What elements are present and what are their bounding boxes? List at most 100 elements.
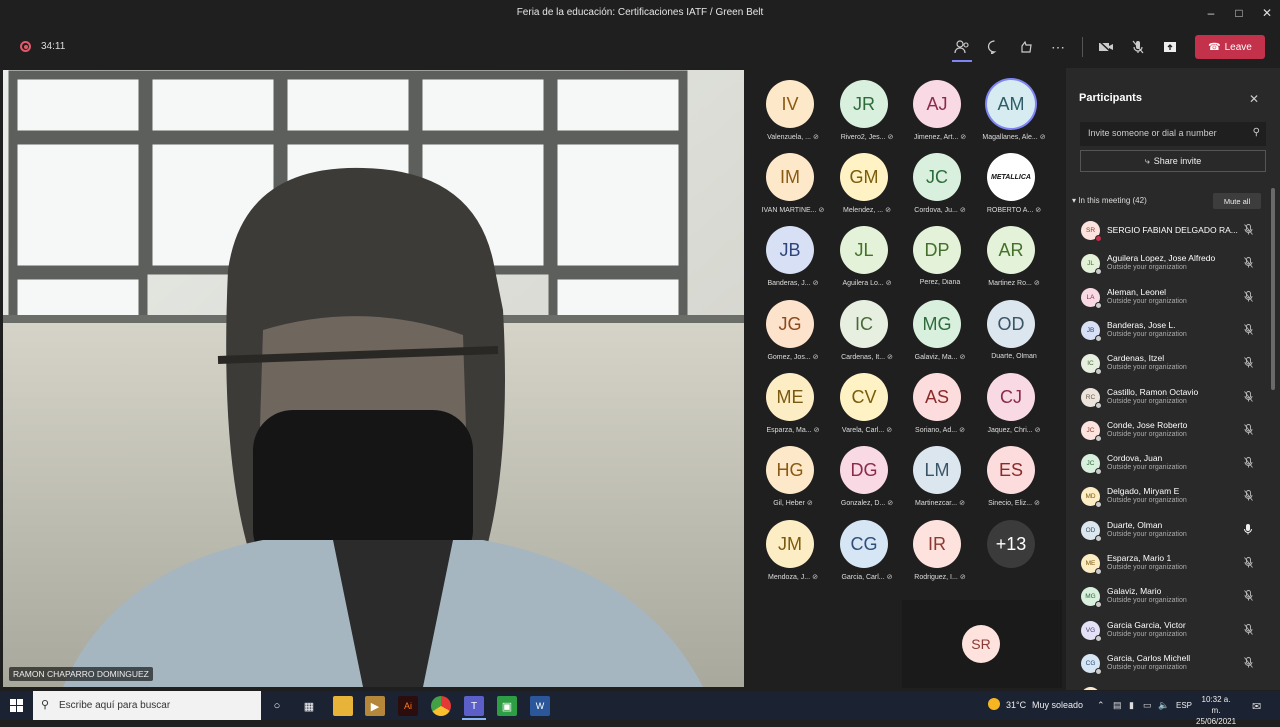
language-indicator[interactable]: ESP	[1176, 701, 1192, 710]
battery-icon[interactable]: ▭	[1143, 700, 1152, 711]
taskbar-search-input[interactable]: ⚲ Escribe aquí para buscar	[33, 691, 261, 720]
participant-row[interactable]: JC Cordova, Juan Outside your organization	[1066, 449, 1272, 482]
mic-off-icon[interactable]	[1244, 224, 1253, 237]
camera-off-icon[interactable]	[1095, 36, 1117, 58]
leave-button[interactable]: ☎ Leave	[1195, 35, 1265, 59]
teams-icon[interactable]: T	[464, 696, 484, 716]
mic-off-icon[interactable]	[1244, 557, 1253, 570]
chat-icon[interactable]	[983, 36, 1005, 58]
tray-mic-icon[interactable]: ▮	[1129, 700, 1134, 711]
network-icon[interactable]: ▤	[1113, 700, 1122, 711]
gallery-tile[interactable]: JR Rivero2, Jes... ⊘	[830, 70, 904, 142]
gallery-tile[interactable]: METALLICA ROBERTO A... ⊘	[977, 143, 1051, 215]
gallery-tile[interactable]: +13	[977, 510, 1051, 582]
cortana-icon[interactable]: ○	[267, 696, 287, 716]
mic-off-icon[interactable]	[1244, 290, 1253, 304]
gallery-tile[interactable]: GM Melendez, ... ⊘	[830, 143, 904, 215]
maximize-icon[interactable]: □	[1224, 4, 1254, 22]
participant-row[interactable]: RC Castillo, Ramon Octavio Outside your or…	[1066, 383, 1272, 416]
more-options-icon[interactable]: ⋯	[1047, 36, 1069, 58]
close-panel-icon[interactable]: ✕	[1249, 92, 1259, 106]
gallery-tile[interactable]: CJ Jaquez, Chri... ⊘	[977, 363, 1051, 435]
gallery-tile[interactable]: HG Gil, Heber ⊘	[756, 436, 830, 508]
gallery-tile[interactable]: AJ Jimenez, Art... ⊘	[903, 70, 977, 142]
gallery-tile[interactable]: ES Sinecio, Eliz... ⊘	[977, 436, 1051, 508]
notifications-icon[interactable]: ✉	[1252, 700, 1261, 713]
file-explorer-icon[interactable]	[333, 696, 353, 716]
camtasia-icon[interactable]: ▣	[497, 696, 517, 716]
participant-row[interactable]: HGGil, Heber	[1066, 682, 1272, 690]
gallery-tile[interactable]: IC Cardenas, It... ⊘	[830, 290, 904, 362]
gallery-tile[interactable]: AS Soriano, Ad... ⊘	[903, 363, 977, 435]
gallery-tile[interactable]: OD Duarte, Olman	[977, 290, 1051, 362]
participant-row[interactable]: JB Banderas, Jose L. Outside your organiza…	[1066, 316, 1272, 349]
word-icon[interactable]: W	[530, 696, 550, 716]
participant-row[interactable]: SR SERGIO FABIAN DELGADO RA...	[1066, 216, 1272, 249]
gallery-tile[interactable]: ME Esparza, Ma... ⊘	[756, 363, 830, 435]
media-player-icon[interactable]: ▶	[365, 696, 385, 716]
mic-off-icon[interactable]	[1127, 36, 1149, 58]
volume-icon[interactable]: 🔈	[1158, 700, 1169, 711]
mic-off-icon[interactable]	[1244, 357, 1253, 370]
windows-start-icon[interactable]	[0, 691, 32, 720]
participant-row[interactable]: MG Galaviz, Mario Outside your organizatio…	[1066, 582, 1272, 615]
tray-chevron-icon[interactable]: ⌃	[1097, 700, 1105, 711]
task-view-icon[interactable]: ▦	[299, 696, 319, 716]
reactions-icon[interactable]	[1015, 36, 1037, 58]
participants-icon[interactable]	[951, 36, 973, 58]
main-video-feed[interactable]: RAMON CHAPARRO DOMINGUEZ	[3, 70, 744, 687]
gallery-tile[interactable]: MG Galaviz, Ma... ⊘	[903, 290, 977, 362]
gallery-tile[interactable]: CV Varela, Carl... ⊘	[830, 363, 904, 435]
participant-row[interactable]: ME Esparza, Mario 1 Outside your organizat…	[1066, 549, 1272, 582]
participant-row[interactable]: OD Duarte, Olman Outside your organization	[1066, 516, 1272, 549]
gallery-tile[interactable]: AR Martinez Ro... ⊘	[977, 216, 1051, 288]
minimize-icon[interactable]: –	[1196, 4, 1226, 22]
presence-status-icon	[1095, 667, 1102, 675]
mic-off-icon[interactable]	[1244, 457, 1253, 470]
participant-row[interactable]: IC Cardenas, Itzel Outside your organizati…	[1066, 349, 1272, 382]
share-invite-button[interactable]: ⤷ Share invite	[1080, 150, 1266, 172]
gallery-tile[interactable]: JM Mendoza, J... ⊘	[756, 510, 830, 582]
mic-off-icon[interactable]	[1244, 656, 1253, 670]
in-meeting-section[interactable]: ▾ In this meeting (42)	[1072, 196, 1147, 205]
gallery-tile[interactable]: IV Valenzuela, ... ⊘	[756, 70, 830, 142]
mic-off-icon[interactable]	[1244, 323, 1253, 337]
participant-row[interactable]: LA Aleman, Leonel Outside your organizatio…	[1066, 283, 1272, 316]
invite-input[interactable]: Invite someone or dial a number ⚲	[1080, 122, 1266, 146]
self-video-tile[interactable]: SR	[902, 600, 1062, 688]
weather-temp[interactable]: 31°C	[1006, 700, 1026, 710]
gallery-tile[interactable]: DP Perez, Diana	[903, 216, 977, 288]
mute-all-button[interactable]: Mute all	[1213, 193, 1261, 209]
mic-off-icon[interactable]	[1244, 257, 1253, 270]
gallery-tile[interactable]: DG Gonzalez, D... ⊘	[830, 436, 904, 508]
participant-row[interactable]: CG Garcia, Carlos Michell Outside your org…	[1066, 649, 1272, 682]
share-screen-icon[interactable]	[1159, 36, 1181, 58]
gallery-tile[interactable]: JG Gomez, Jos... ⊘	[756, 290, 830, 362]
gallery-tile[interactable]: AM Magallanes, Ale... ⊘	[977, 70, 1051, 142]
gallery-tile[interactable]: CG Garcia, Carl... ⊘	[830, 510, 904, 582]
participant-row[interactable]: JL Aguilera Lopez, Jose Alfredo Outside yo…	[1066, 249, 1272, 282]
participant-row[interactable]: JC Conde, Jose Roberto Outside your organi…	[1066, 416, 1272, 449]
chrome-icon[interactable]	[431, 696, 451, 716]
participant-avatar: HG	[766, 446, 814, 494]
gallery-tile[interactable]: IR Rodriguez, I... ⊘	[903, 510, 977, 582]
gallery-tile[interactable]: IM IVAN MARTINE... ⊘	[756, 143, 830, 215]
participants-scrollbar[interactable]	[1271, 188, 1275, 390]
gallery-tile[interactable]: LM Martinezcar... ⊘	[903, 436, 977, 508]
gallery-tile[interactable]: JC Cordova, Ju... ⊘	[903, 143, 977, 215]
close-window-icon[interactable]: ✕	[1252, 4, 1280, 22]
participant-row[interactable]: VG Garcia Garcia, Victor Outside your orga…	[1066, 616, 1272, 649]
mic-off-icon[interactable]	[1244, 590, 1253, 603]
mic-off-icon[interactable]	[1244, 390, 1253, 404]
mic-off-icon[interactable]	[1244, 423, 1253, 437]
participant-row[interactable]: MD Delgado, Miryam E Outside your organiza…	[1066, 482, 1272, 515]
gallery-tile[interactable]: JB Banderas, J... ⊘	[756, 216, 830, 288]
taskbar-clock[interactable]: 10:32 a. m. 25/06/2021	[1196, 694, 1236, 727]
mic-off-icon[interactable]	[1244, 490, 1253, 503]
mic-on-icon[interactable]	[1244, 523, 1252, 537]
weather-text[interactable]: Muy soleado	[1032, 700, 1083, 710]
mic-off-icon[interactable]	[1244, 623, 1253, 637]
illustrator-icon[interactable]: Ai	[398, 696, 418, 716]
search-icon: ⚲	[41, 699, 50, 711]
gallery-tile[interactable]: JL Aguilera Lo... ⊘	[830, 216, 904, 288]
